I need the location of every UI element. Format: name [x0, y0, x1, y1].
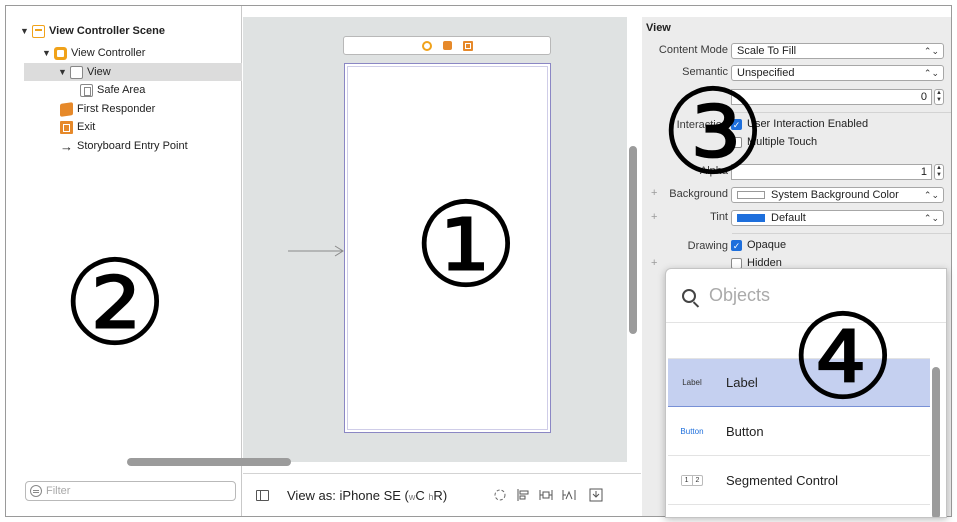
view-as-suffix: )	[442, 487, 448, 503]
label-object-icon: Label	[682, 378, 702, 387]
outline-item-scene[interactable]: ▼ View Controller Scene	[20, 22, 165, 40]
button-object-icon: Button	[680, 427, 704, 436]
chevron-updown-icon: ⌃⌄	[923, 46, 939, 56]
canvas-horizontal-scrollbar[interactable]	[127, 458, 291, 466]
callout-1: ①	[413, 176, 519, 314]
outline-item-label: First Responder	[77, 103, 156, 115]
chevron-updown-icon: ⌃⌄	[923, 68, 939, 78]
outline-item-view-controller[interactable]: ▼ View Controller	[42, 44, 145, 62]
drawing-label: Drawing	[687, 240, 728, 252]
chevron-updown-icon: ⌃⌄	[923, 190, 939, 200]
library-item-name: Label	[726, 375, 758, 390]
outline-item-label: Exit	[77, 121, 96, 133]
segment-b: 2	[695, 477, 700, 484]
library-search-placeholder: Objects	[709, 285, 771, 305]
segment-a: 1	[681, 476, 693, 485]
view-icon	[70, 65, 83, 79]
view-controller-icon	[54, 46, 67, 60]
callout-4: ④	[790, 288, 896, 426]
canvas-bottom-bar: View as: iPhone SE (wC hR)	[243, 473, 641, 516]
disclosure-triangle-icon[interactable]: ▼	[42, 48, 54, 58]
height-class: R	[433, 487, 443, 503]
library-item-name: Segmented Control	[726, 473, 839, 488]
update-frames-icon[interactable]	[493, 488, 507, 502]
opaque-label: Opaque	[747, 239, 787, 251]
exit-icon[interactable]	[462, 40, 473, 51]
filter-icon	[30, 485, 42, 497]
canvas-vertical-scrollbar[interactable]	[629, 146, 637, 334]
content-mode-popup[interactable]: Scale To Fill ⌃⌄	[731, 43, 944, 59]
disclosure-triangle-icon[interactable]: ▼	[20, 26, 32, 36]
outline-item-label: View Controller Scene	[49, 25, 165, 37]
search-icon	[682, 288, 696, 303]
view-as-prefix: View as: iPhone SE (	[287, 487, 409, 503]
arrow-right-icon: →	[60, 138, 73, 154]
view-as-button[interactable]: View as: iPhone SE (wC hR)	[287, 488, 447, 503]
tint-popup[interactable]: Default ⌃⌄	[731, 210, 944, 226]
add-variation-icon[interactable]: +	[651, 257, 657, 269]
outline-item-safe-area[interactable]: Safe Area	[80, 81, 145, 99]
alpha-stepper[interactable]: ▲ ▼	[934, 164, 944, 180]
scene-dock[interactable]	[343, 36, 551, 55]
segmented-control-icon: 12	[668, 475, 716, 486]
inspector-section-title: View	[646, 22, 671, 34]
align-icon[interactable]	[516, 488, 530, 502]
entry-point-arrow-icon[interactable]	[288, 245, 346, 257]
library-item-name: Button	[726, 424, 764, 439]
resolve-issues-icon[interactable]	[562, 488, 576, 502]
checkmark-icon: ✓	[731, 239, 742, 251]
filter-placeholder: Filter	[46, 485, 71, 497]
outline-item-view[interactable]: ▼ View	[24, 63, 242, 81]
checkbox-icon	[731, 257, 742, 269]
color-swatch	[737, 214, 765, 222]
tag-stepper[interactable]: ▲ ▼	[934, 89, 944, 105]
outline-item-label: View	[87, 66, 111, 78]
outline-item-exit[interactable]: Exit	[60, 118, 95, 136]
outline-item-first-responder[interactable]: First Responder	[60, 100, 155, 118]
exit-icon	[60, 120, 73, 134]
background-value: System Background Color	[771, 189, 899, 201]
callout-2: ②	[62, 234, 168, 372]
embed-in-icon[interactable]	[589, 488, 603, 502]
outline-filter-field[interactable]: Filter	[25, 481, 236, 501]
safe-area-icon	[80, 83, 93, 97]
view-controller-icon[interactable]	[421, 40, 432, 51]
first-responder-icon	[60, 101, 73, 117]
content-mode-value: Scale To Fill	[737, 45, 797, 57]
outline-toggle-icon[interactable]	[256, 489, 269, 501]
tint-value: Default	[771, 212, 806, 224]
chevron-updown-icon: ⌃⌄	[923, 213, 939, 223]
callout-3: ③	[660, 63, 766, 201]
library-item-segmented-control[interactable]: 12 Segmented Control	[668, 457, 930, 505]
width-class: C	[415, 487, 425, 503]
disclosure-triangle-icon[interactable]: ▼	[58, 67, 70, 77]
outline-item-label: Storyboard Entry Point	[77, 140, 188, 152]
outline-item-label: Safe Area	[97, 84, 146, 96]
section-divider	[732, 233, 951, 234]
outline-item-label: View Controller	[71, 47, 146, 59]
layout-tools	[493, 488, 603, 502]
content-mode-label: Content Mode	[658, 44, 728, 56]
outline-item-entry-point[interactable]: → Storyboard Entry Point	[60, 137, 188, 155]
scene-icon	[32, 24, 45, 38]
add-constraints-icon[interactable]	[539, 488, 553, 502]
library-scrollbar[interactable]	[932, 367, 940, 517]
first-responder-icon[interactable]	[442, 41, 452, 50]
tint-label: Tint	[710, 211, 728, 223]
opaque-checkbox[interactable]: ✓ Opaque	[731, 239, 786, 251]
